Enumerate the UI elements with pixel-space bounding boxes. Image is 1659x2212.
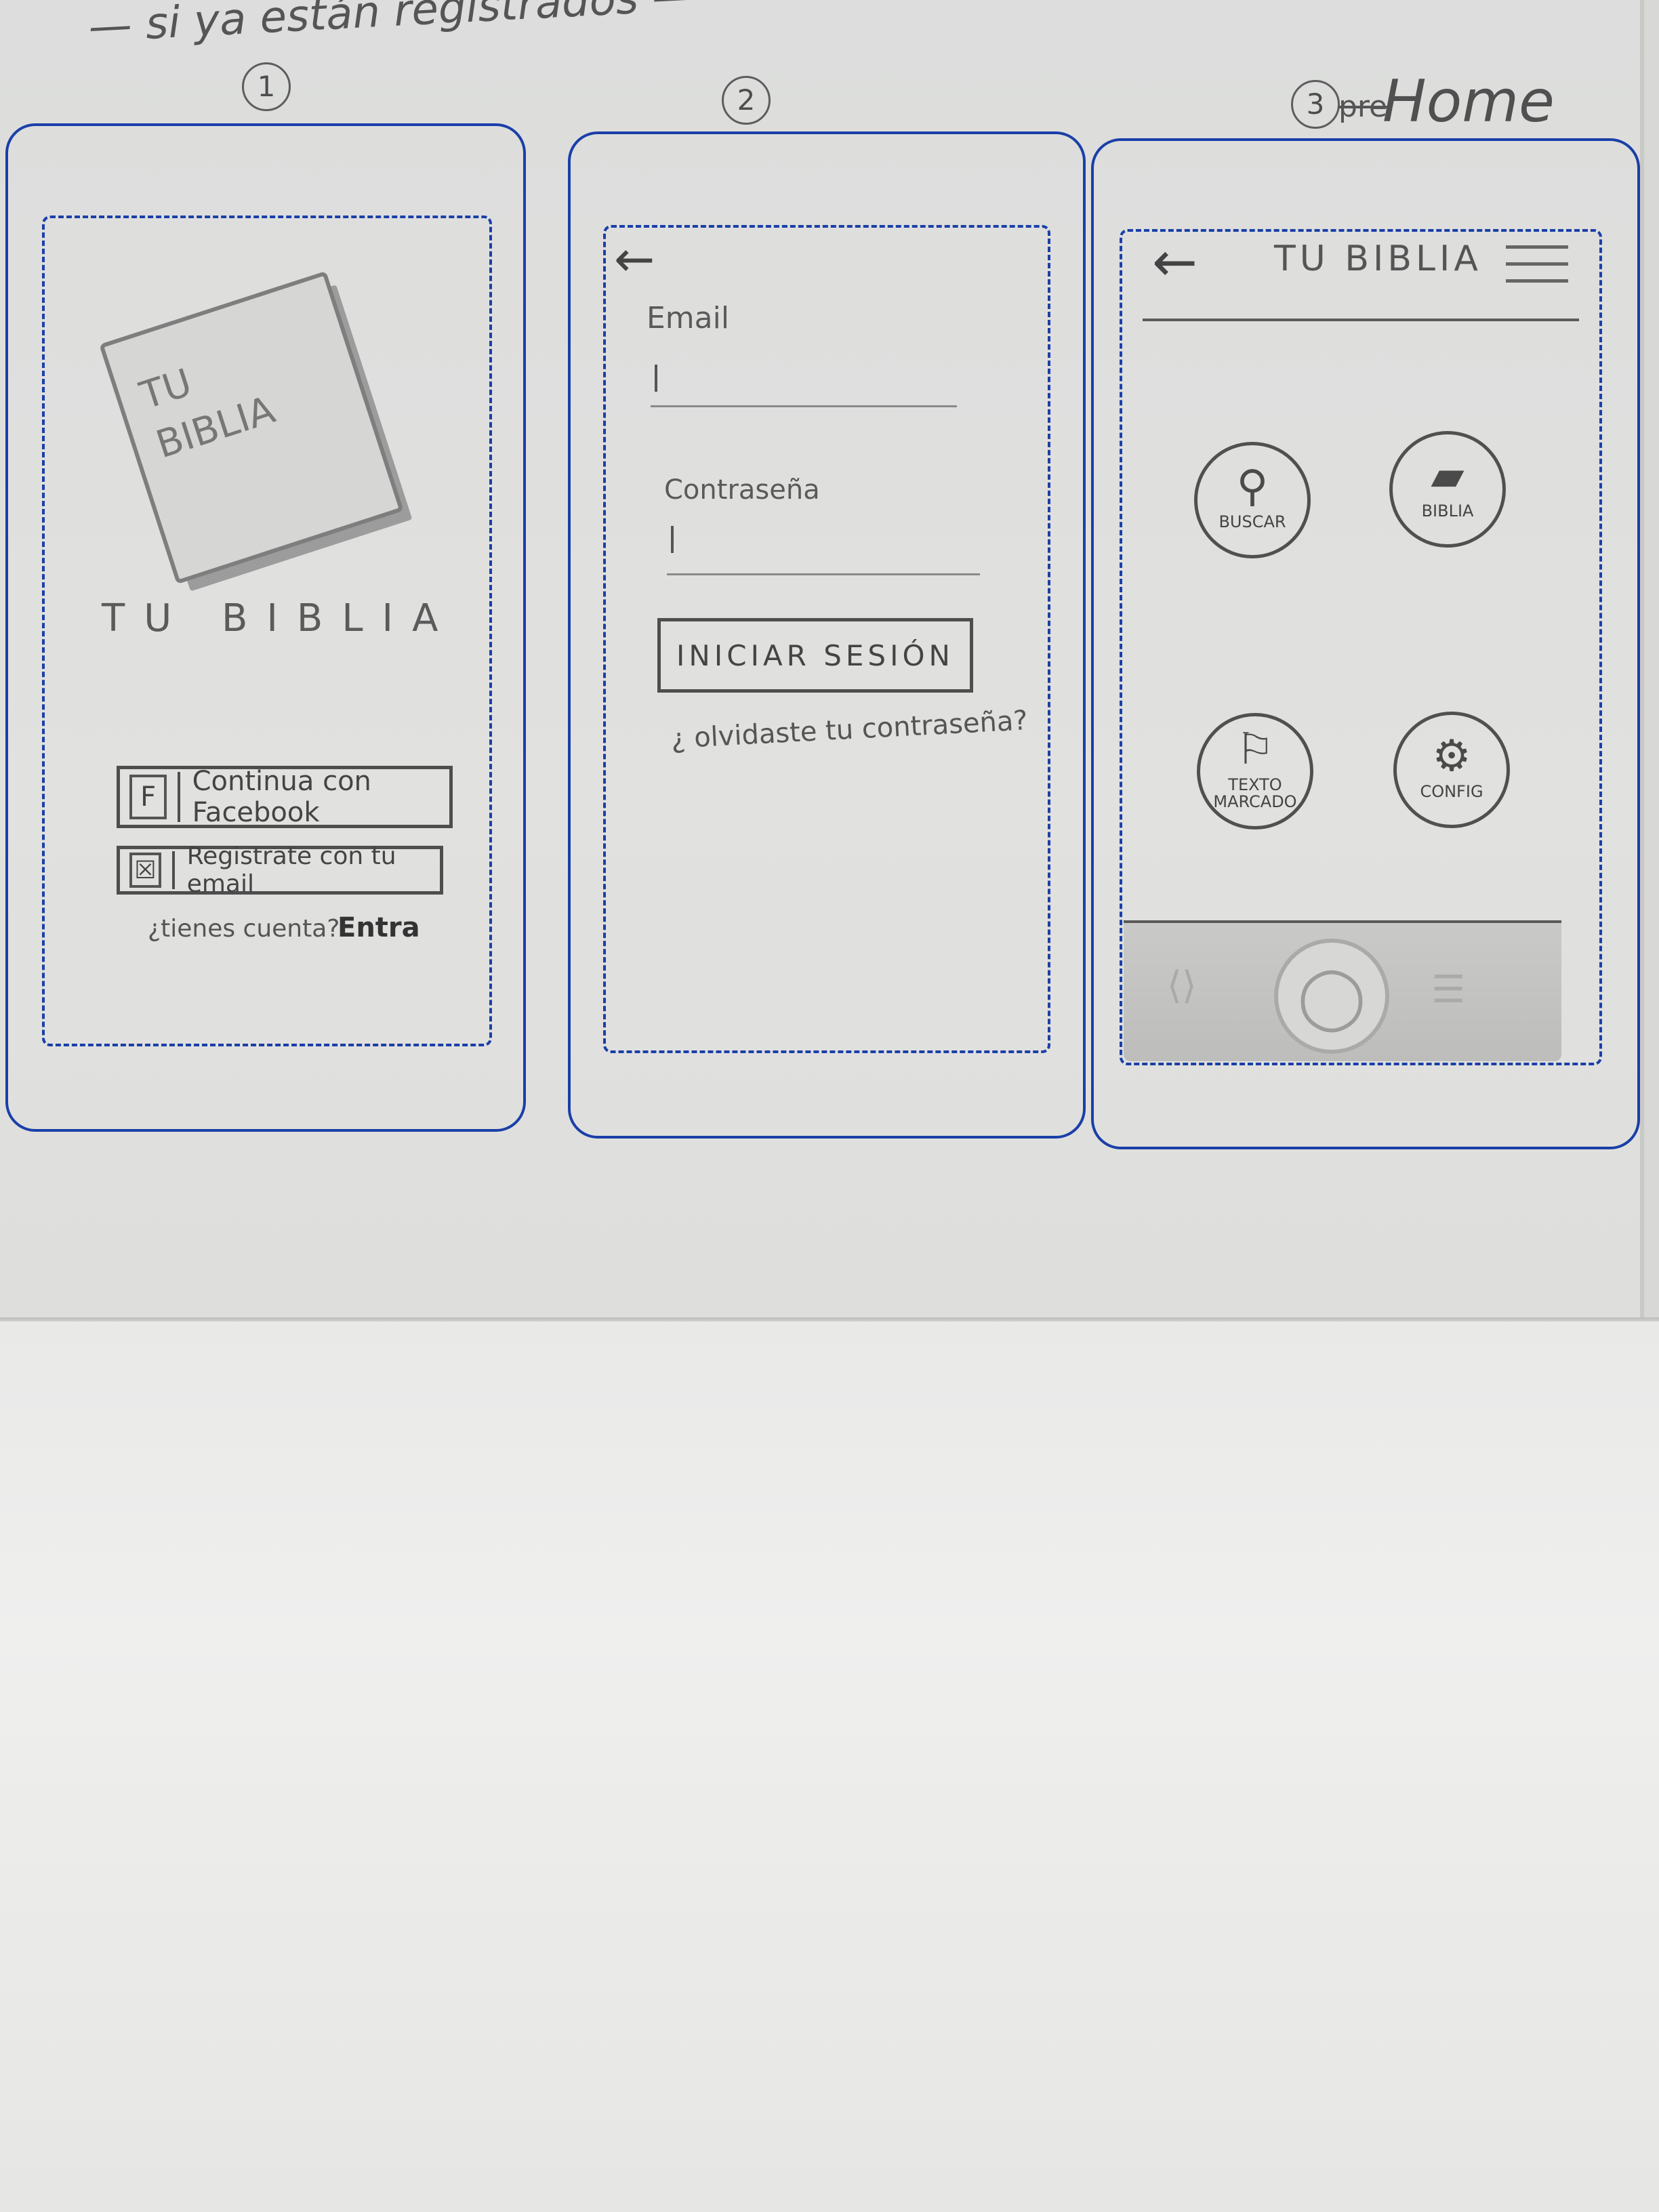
login-link[interactable]: Entra [337, 912, 420, 943]
account-prompt: ¿tienes cuenta? [148, 915, 340, 943]
search-tile-label: BUSCAR [1218, 512, 1286, 532]
bookmark-icon: ⚐ [1235, 724, 1275, 775]
search-icon: ⚲ [1236, 462, 1269, 512]
app-name: TU BIBLIA [102, 596, 457, 640]
bible-tile-label: BIBLIA [1421, 501, 1474, 521]
email-field[interactable] [651, 405, 957, 407]
email-caret [655, 365, 657, 392]
gear-icon: ⚙ [1432, 731, 1471, 782]
login-button[interactable]: INICIAR SESIÓN [657, 618, 973, 693]
bible-tile[interactable]: ▰ BIBLIA [1389, 431, 1506, 548]
facebook-button[interactable]: F Continua con Facebook [117, 766, 453, 828]
blank-paper [0, 1322, 1659, 2212]
back-arrow-icon[interactable]: ← [614, 230, 655, 287]
screen-number-1: 1 [242, 62, 291, 111]
config-tile-label: CONFIG [1420, 782, 1483, 802]
home-heading: Home [1382, 68, 1555, 136]
hamburger-menu-icon[interactable] [1506, 245, 1568, 293]
code-icon[interactable]: ⟨⟩ [1167, 964, 1197, 1008]
email-label: Email [647, 301, 730, 335]
struck-word: pre [1338, 89, 1388, 124]
bookmarked-text-tile[interactable]: ⚐ TEXTO MARCADO [1197, 713, 1313, 830]
home-title: TU BIBLIA [1274, 239, 1482, 279]
email-register-button[interactable]: ☒ Registrate con tu email [117, 842, 443, 898]
logo-text: TU BIBLIA [135, 361, 281, 468]
password-label: Contraseña [664, 474, 820, 506]
password-caret [671, 526, 674, 553]
password-field[interactable] [667, 573, 980, 575]
login-button-label: INICIAR SESIÓN [676, 638, 954, 672]
button-divider [172, 851, 175, 889]
email-button-label: Registrate con tu email [186, 842, 396, 898]
back-arrow-icon[interactable]: ← [1152, 230, 1197, 293]
bookmarked-text-tile-label: TEXTO MARCADO [1213, 775, 1297, 811]
home-button[interactable]: ◯ [1274, 939, 1389, 1054]
facebook-button-label: Continua con Facebook [192, 766, 371, 828]
config-tile[interactable]: ⚙ CONFIG [1393, 712, 1510, 828]
email-checkbox-icon: ☒ [129, 853, 162, 888]
book-icon: ▰ [1431, 451, 1465, 501]
button-divider [178, 772, 180, 822]
refresh-icon: ◯ [1297, 960, 1366, 1032]
list-icon[interactable]: ☰ [1431, 968, 1465, 1012]
topbar-divider [1143, 319, 1579, 321]
facebook-icon: F [129, 775, 167, 819]
screen-number-3: 3 [1291, 80, 1340, 129]
screen-number-2: 2 [722, 76, 771, 125]
search-tile[interactable]: ⚲ BUSCAR [1194, 442, 1311, 558]
